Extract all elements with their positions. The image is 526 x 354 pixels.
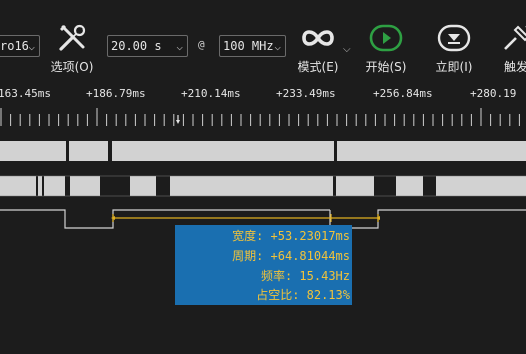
options-button[interactable]: 选项(O)	[42, 20, 102, 80]
timebase-select[interactable]: 20.00 s ⌵	[107, 35, 188, 57]
samplerate-select[interactable]: 100 MHz ⌵	[219, 35, 286, 57]
instant-icon	[437, 24, 471, 52]
instant-label: 立即(I)	[435, 60, 473, 74]
start-button[interactable]: 开始(S)	[356, 20, 416, 80]
play-icon	[369, 24, 403, 52]
trigger-button[interactable]: 触发	[486, 20, 526, 80]
channel-select[interactable]: ro16 ⌵	[0, 35, 40, 57]
samplerate-value: 100 MHz	[223, 39, 274, 53]
ruler-ticks	[0, 108, 520, 126]
trigger-icon	[504, 25, 526, 50]
options-label: 选项(O)	[50, 60, 94, 74]
channel-2-trace	[0, 175, 526, 197]
instant-button[interactable]: 立即(I)	[424, 20, 484, 80]
frequency-measure: 频率: 15.43Hz	[260, 269, 350, 283]
start-label: 开始(S)	[365, 60, 407, 74]
chevron-down-icon: ⌵	[274, 40, 281, 53]
trigger-label: 触发	[503, 60, 526, 74]
trigger-marker-icon	[176, 115, 180, 124]
timebase-value: 20.00 s	[111, 39, 162, 53]
measurement-cursor	[111, 214, 380, 222]
mode-dropdown-arrow-icon[interactable]: ⌵	[343, 44, 351, 55]
mode-label: 模式(E)	[297, 60, 339, 74]
toolbar: ro16 ⌵ 选项(O) 20.00 s ⌵ @ 100 MHz ⌵ 模式(E)…	[0, 0, 526, 82]
chevron-down-icon: ⌵	[28, 40, 35, 53]
measurement-panel: 宽度: +53.23017ms 周期: +64.81044ms 频率: 15.4…	[175, 225, 352, 305]
channel-select-value: ro16	[0, 39, 29, 53]
chevron-down-icon: ⌵	[176, 40, 183, 53]
infinity-icon	[302, 30, 334, 46]
channel-1-trace	[0, 141, 526, 161]
period-measure: 周期: +64.81044ms	[232, 249, 350, 263]
mode-button[interactable]: 模式(E)	[288, 20, 348, 80]
tools-icon	[59, 24, 86, 51]
at-symbol: @	[198, 38, 205, 51]
time-ruler[interactable]: 163.45ms +186.79ms +210.14ms +233.49ms +…	[0, 82, 526, 132]
width-measure: 宽度: +53.23017ms	[232, 229, 350, 243]
duty-measure: 占空比: 82.13%	[256, 288, 350, 302]
